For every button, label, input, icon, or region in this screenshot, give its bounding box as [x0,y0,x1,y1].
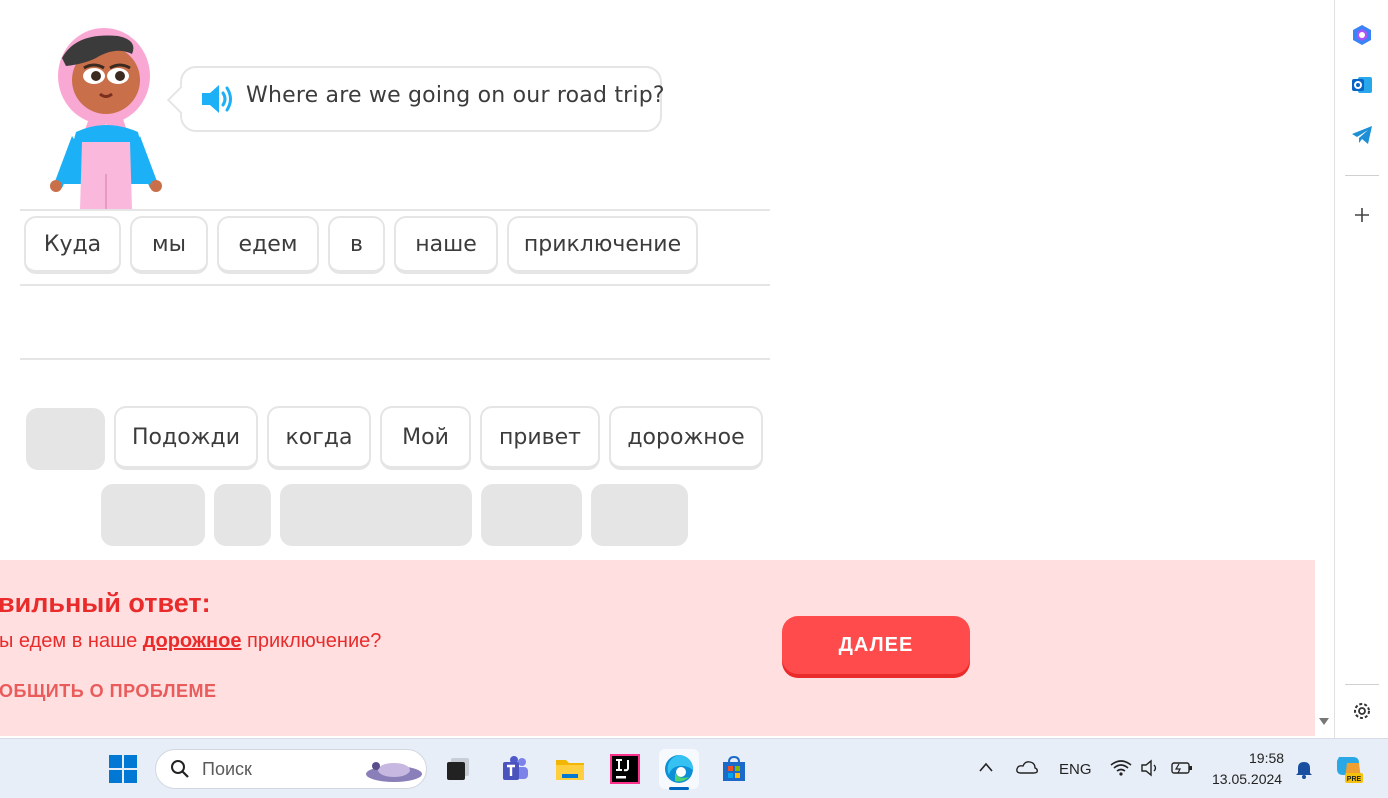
copilot-icon[interactable] [1350,23,1374,47]
start-icon [109,755,137,783]
search-icon [171,760,189,778]
answer-line-top [20,209,770,211]
file-explorer-button[interactable] [550,749,590,789]
search-placeholder: Поиск [202,759,252,779]
add-icon[interactable] [1350,203,1374,227]
file-explorer-icon [556,760,584,780]
battery-icon[interactable] [1170,759,1194,777]
clock-date[interactable]: 13.05.2024 [1212,771,1282,787]
intellij-icon [610,754,640,784]
teams-icon [503,756,528,780]
task-view-button[interactable] [438,749,478,789]
word-bank-tile[interactable]: Мой [380,406,471,470]
correct-answer-start: ы едем в наше [0,630,143,652]
word-bank-slot-empty [280,484,472,546]
feedback-title: вильный ответ: [0,588,211,618]
task-view-icon [447,758,469,780]
scroll-down-icon[interactable] [1317,714,1331,728]
feedback-panel: вильный ответ: ы едем в наше дорожное пр… [0,560,1315,736]
copilot-pre-icon[interactable]: PRE [1333,753,1365,785]
store-button[interactable] [714,749,754,789]
onedrive-icon[interactable] [1015,759,1039,775]
answer-tile[interactable]: приключение [507,216,698,274]
intellij-button[interactable] [605,749,645,789]
word-bank-slot-empty [214,484,271,546]
speaker-icon[interactable] [200,82,236,116]
edge-icon [665,754,694,783]
correct-answer-highlight: дорожное [142,630,242,652]
lesson-area: Where are we going on our road trip? Куд… [0,0,1315,560]
answer-tile[interactable]: мы [130,216,208,274]
teams-button[interactable] [495,749,535,789]
answer-tile[interactable]: наше [394,216,498,274]
prompt-sentence: Where are we going on our road trip? [246,83,665,108]
clock-time[interactable]: 19:58 [1249,750,1284,766]
volume-icon[interactable] [1140,759,1162,777]
chevron-up-icon[interactable] [978,761,994,773]
store-icon [723,755,745,781]
report-problem-link[interactable]: ОБЩИТЬ О ПРОБЛЕМЕ [0,681,217,702]
correct-answer: ы едем в наше дорожное приключение? [0,630,381,653]
svg-text:PRE: PRE [1347,776,1362,783]
word-bank-tile[interactable]: Подожди [114,406,258,470]
answer-tile[interactable]: едем [217,216,319,274]
windows-taskbar: Поиск ENG 19:58 13.05.2024 PRE [0,738,1388,798]
sidebar-divider [1345,684,1379,685]
word-bank-tile[interactable]: когда [267,406,371,470]
search-highlight-image [366,762,422,782]
word-bank-slot-empty [481,484,582,546]
character-illustration [50,28,162,210]
active-app-indicator [669,787,689,790]
word-bank-slot-empty [591,484,688,546]
answer-line-middle [20,284,770,286]
correct-answer-end: приключение? [241,630,382,652]
sidebar-divider [1345,175,1379,176]
word-bank-tile[interactable]: привет [480,406,600,470]
start-button[interactable] [103,749,143,789]
notification-bell-icon[interactable] [1294,759,1314,779]
language-indicator[interactable]: ENG [1059,761,1092,778]
taskbar-search[interactable]: Поиск [155,749,427,789]
word-bank-slot-empty [26,408,105,470]
outlook-icon[interactable] [1350,73,1374,97]
word-bank-slot-empty [101,484,205,546]
word-bank-tile[interactable]: дорожное [609,406,763,470]
answer-line-bottom [20,358,770,360]
continue-button[interactable]: ДАЛЕЕ [782,616,970,674]
wifi-icon[interactable] [1110,759,1132,777]
telegram-icon[interactable] [1350,123,1374,147]
settings-icon[interactable] [1350,699,1374,723]
speech-bubble: Where are we going on our road trip? [180,66,665,132]
browser-sidebar [1334,0,1388,738]
edge-button[interactable] [659,749,699,790]
answer-tile[interactable]: Куда [24,216,121,274]
answer-tile[interactable]: в [328,216,385,274]
